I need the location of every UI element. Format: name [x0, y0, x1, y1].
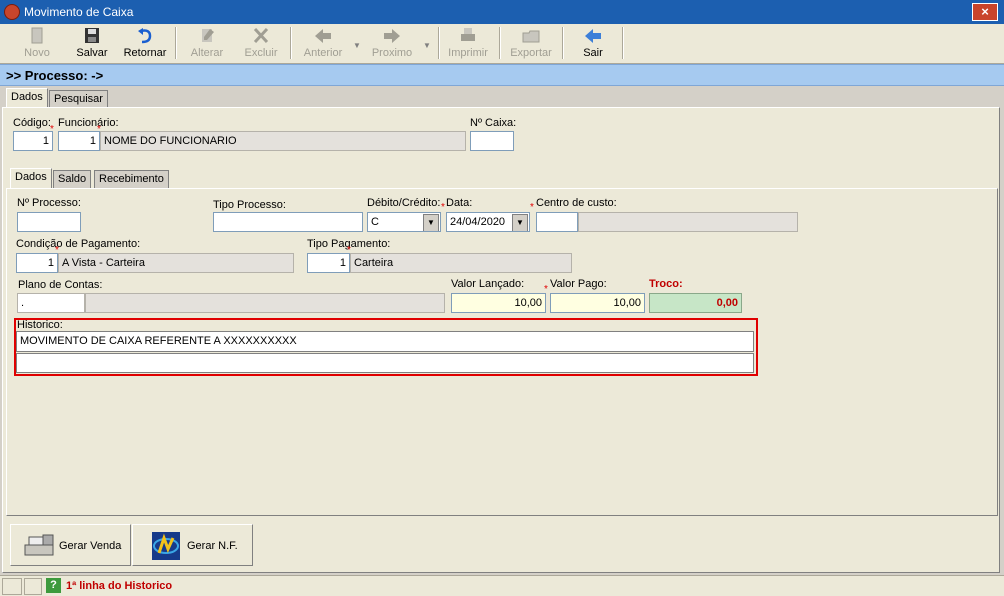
tab-saldo[interactable]: Saldo	[53, 170, 92, 188]
process-header-bar: >> Processo: ->	[0, 64, 1004, 86]
status-message: 1ª linha do Historico	[66, 580, 173, 592]
funcionario-name-field: NOME DO FUNCIONARIO	[100, 131, 466, 151]
calendar-dropdown-icon[interactable]: ▼	[512, 214, 528, 231]
tipo-processo-input[interactable]	[213, 212, 363, 232]
centro-custo-code-input[interactable]	[536, 212, 578, 232]
historico-line1-input[interactable]: MOVIMENTO DE CAIXA REFERENTE A XXXXXXXXX…	[16, 331, 754, 352]
condicao-name-field: A Vista - Carteira	[58, 253, 294, 273]
help-icon[interactable]: ?	[46, 578, 61, 593]
tab-pesquisar[interactable]: Pesquisar	[49, 90, 108, 108]
historico-line2-input[interactable]	[16, 353, 754, 373]
caixa-input[interactable]	[470, 131, 514, 151]
proximo-button[interactable]: Proximo	[370, 26, 414, 62]
debito-credito-select[interactable]: C ▼	[367, 212, 441, 232]
excluir-button[interactable]: Excluir	[242, 26, 280, 62]
processo-label: Nº Processo:	[17, 197, 81, 209]
tipo-pagamento-name-field: Carteira	[350, 253, 572, 273]
condicao-code-input[interactable]: 1	[16, 253, 58, 273]
undo-icon	[138, 28, 152, 44]
caixa-label: Nº Caixa:	[470, 117, 517, 129]
valor-lancado-label: Valor Lançado:	[451, 278, 525, 290]
edit-icon	[202, 29, 214, 42]
tab-dados[interactable]: Dados	[6, 88, 48, 108]
status-cell	[2, 578, 22, 595]
condicao-pagamento-label: Condição de Pagamento:	[16, 238, 141, 250]
troco-label: Troco:	[649, 278, 683, 290]
debito-credito-label: Débito/Crédito:	[367, 197, 441, 209]
troco-value-field: 0,00	[649, 293, 742, 313]
historico-label: Historico:	[17, 319, 63, 331]
gerar-nf-button[interactable]: Gerar N.F.	[132, 524, 253, 566]
arrow-right-icon	[384, 29, 400, 43]
anterior-button[interactable]: Anterior	[300, 26, 346, 62]
data-value: 24/04/2020	[450, 216, 506, 228]
status-bar: ? 1ª linha do Historico	[0, 575, 1004, 596]
new-document-icon	[31, 27, 43, 44]
save-disk-icon	[85, 28, 99, 43]
sair-button[interactable]: Sair	[578, 26, 608, 62]
nf-logo-icon	[152, 532, 180, 560]
processo-input[interactable]	[17, 212, 81, 232]
delete-x-icon	[253, 27, 269, 44]
novo-button[interactable]: Novo	[20, 26, 54, 62]
alterar-button[interactable]: Alterar	[188, 26, 226, 62]
chevron-down-icon[interactable]: ▼	[423, 214, 439, 231]
salvar-button[interactable]: Salvar	[72, 26, 112, 62]
codigo-label: Código:	[13, 117, 51, 129]
valor-lancado-input[interactable]: 10,00	[451, 293, 546, 313]
anterior-dropdown-icon[interactable]: ▼	[353, 41, 361, 50]
proximo-dropdown-icon[interactable]: ▼	[423, 41, 431, 50]
export-folder-icon	[522, 30, 540, 43]
window-title: Movimento de Caixa	[24, 5, 134, 19]
required-marker: *	[544, 284, 548, 295]
cash-register-icon	[24, 534, 54, 556]
imprimir-button[interactable]: Imprimir	[448, 26, 488, 62]
centro-custo-label: Centro de custo:	[536, 197, 617, 209]
tab-inner-dados[interactable]: Dados	[10, 168, 52, 188]
required-marker: *	[441, 202, 445, 213]
exit-arrow-icon	[585, 29, 601, 43]
required-marker: *	[530, 202, 534, 213]
debito-credito-value: C	[371, 216, 379, 228]
codigo-input[interactable]: 1	[13, 131, 53, 151]
tipo-pagamento-code-input[interactable]: 1	[307, 253, 350, 273]
data-label: Data:	[446, 197, 473, 209]
process-label: >> Processo: ->	[6, 68, 104, 83]
retornar-button[interactable]: Retornar	[122, 26, 168, 62]
plano-contas-label: Plano de Contas:	[18, 279, 103, 291]
plano-contas-name-field	[85, 293, 445, 313]
arrow-left-icon	[315, 29, 331, 43]
printer-icon	[461, 28, 475, 41]
gerar-venda-button[interactable]: Gerar Venda	[10, 524, 131, 566]
title-bar: Movimento de Caixa ×	[0, 0, 1004, 24]
status-cell	[24, 578, 42, 595]
app-icon	[4, 4, 20, 20]
exportar-button[interactable]: Exportar	[508, 26, 554, 62]
funcionario-label: Funcionário:	[58, 117, 119, 129]
valor-pago-input[interactable]: 10,00	[550, 293, 645, 313]
funcionario-code-input[interactable]: 1	[58, 131, 100, 151]
data-date-picker[interactable]: 24/04/2020 ▼	[446, 212, 530, 232]
tab-recebimento[interactable]: Recebimento	[94, 170, 169, 188]
centro-custo-name-field	[578, 212, 798, 232]
close-button[interactable]: ×	[972, 3, 998, 21]
plano-contas-code-input[interactable]: .	[17, 293, 85, 313]
toolbar: Novo Salvar Retornar Alterar Excluir Ant…	[0, 24, 1004, 64]
valor-pago-label: Valor Pago:	[550, 278, 607, 290]
tipo-processo-label: Tipo Processo:	[213, 199, 286, 211]
